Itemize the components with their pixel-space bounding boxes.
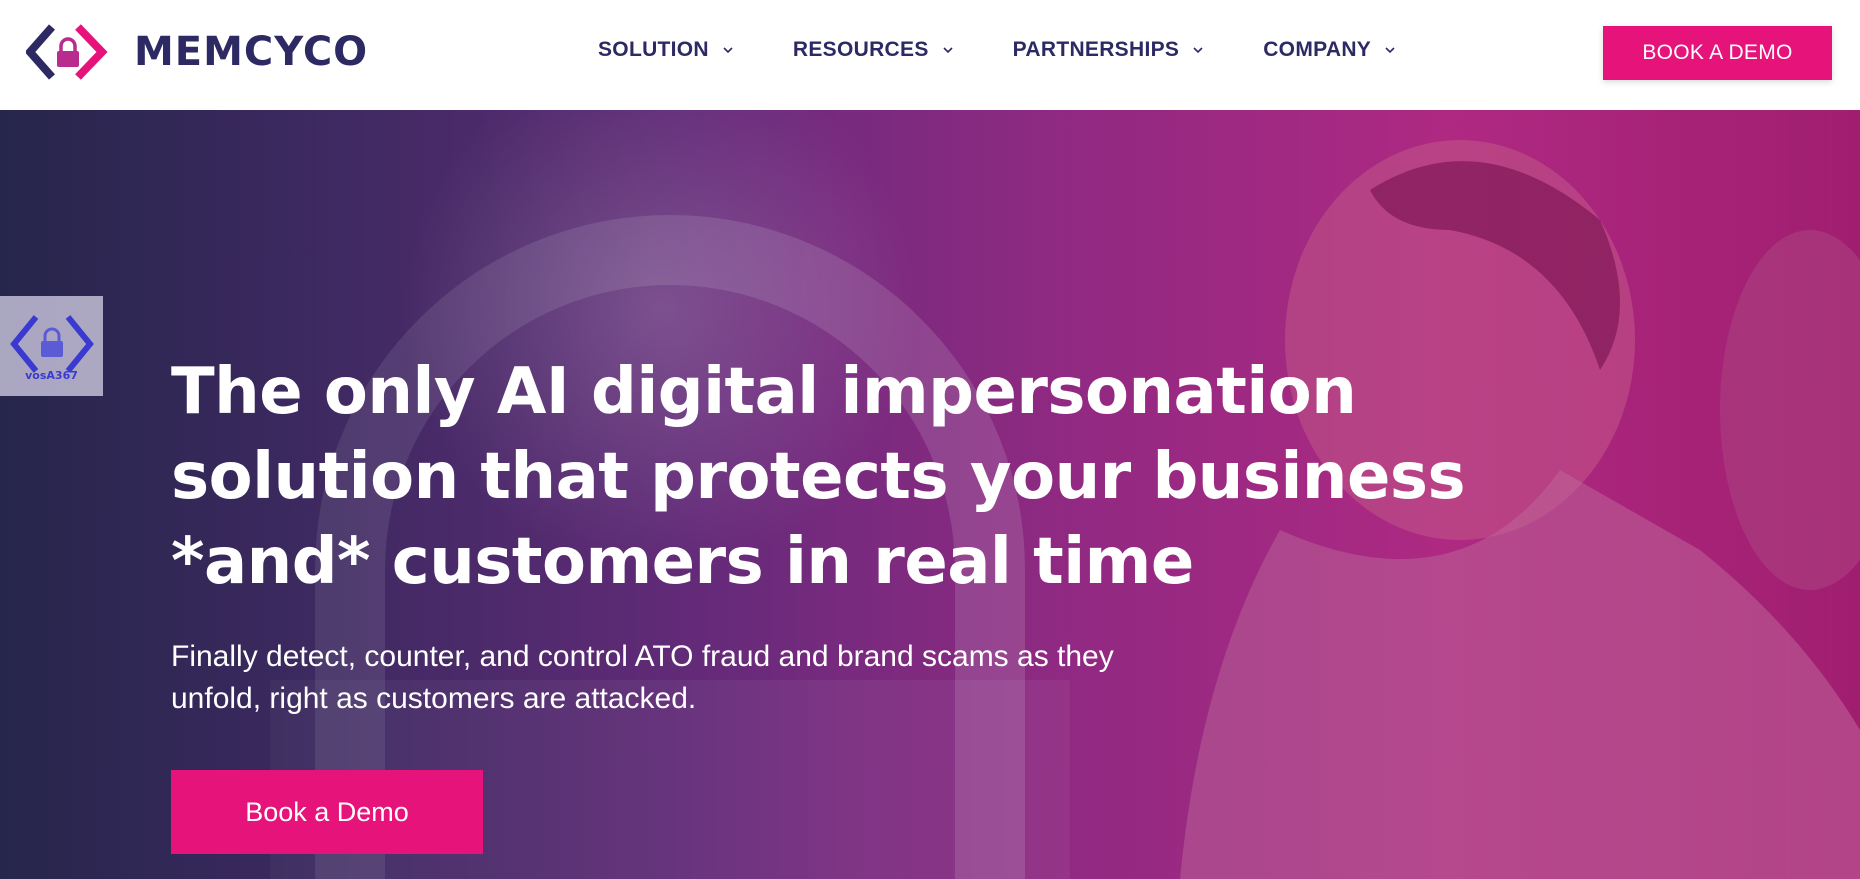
- brand-wordmark: MEMCYCO: [134, 29, 369, 75]
- subhead-line: unfold, right as customers are attacked.: [171, 682, 697, 715]
- chevron-down-icon: [723, 47, 733, 54]
- logo-lock-icon: [26, 24, 108, 81]
- main-nav: SOLUTION RESOURCES PARTNERSHIPS COMPANY: [598, 38, 1397, 62]
- headline-line: The only AI digital impersonation: [171, 355, 1357, 429]
- book-demo-hero-button[interactable]: Book a Demo: [171, 770, 483, 854]
- hero-subheading: Finally detect, counter, and control ATO…: [171, 636, 1221, 720]
- headline-line: *and* customers in real time: [171, 525, 1194, 599]
- nav-item-label: COMPANY: [1263, 38, 1372, 61]
- nav-item-partnerships[interactable]: PARTNERSHIPS: [1013, 38, 1206, 62]
- nav-item-label: RESOURCES: [792, 38, 929, 61]
- chevron-down-icon: [1385, 47, 1395, 54]
- hero-headline: The only AI digital impersonation soluti…: [171, 350, 1471, 605]
- hero-section: vosA367 The only AI digital impersonatio…: [0, 110, 1860, 879]
- site-header: MEMCYCO SOLUTION RESOURCES PARTNERSHIPS …: [0, 0, 1860, 110]
- chevron-down-icon: [943, 47, 953, 54]
- badge-label: vosA367: [25, 368, 78, 382]
- nav-item-label: SOLUTION: [598, 38, 709, 61]
- nav-item-company[interactable]: COMPANY: [1263, 38, 1397, 62]
- nav-item-resources[interactable]: RESOURCES: [793, 38, 955, 62]
- subhead-line: Finally detect, counter, and control ATO…: [171, 640, 1114, 673]
- lock-icon: [9, 314, 94, 373]
- nav-item-solution[interactable]: SOLUTION: [598, 38, 735, 62]
- floating-lock-badge[interactable]: vosA367: [0, 296, 103, 396]
- nav-item-label: PARTNERSHIPS: [1012, 38, 1180, 61]
- book-demo-header-button[interactable]: BOOK A DEMO: [1603, 26, 1832, 80]
- brand-logo[interactable]: MEMCYCO: [26, 21, 368, 83]
- chevron-down-icon: [1193, 47, 1203, 54]
- headline-line: solution that protects your business: [171, 440, 1466, 514]
